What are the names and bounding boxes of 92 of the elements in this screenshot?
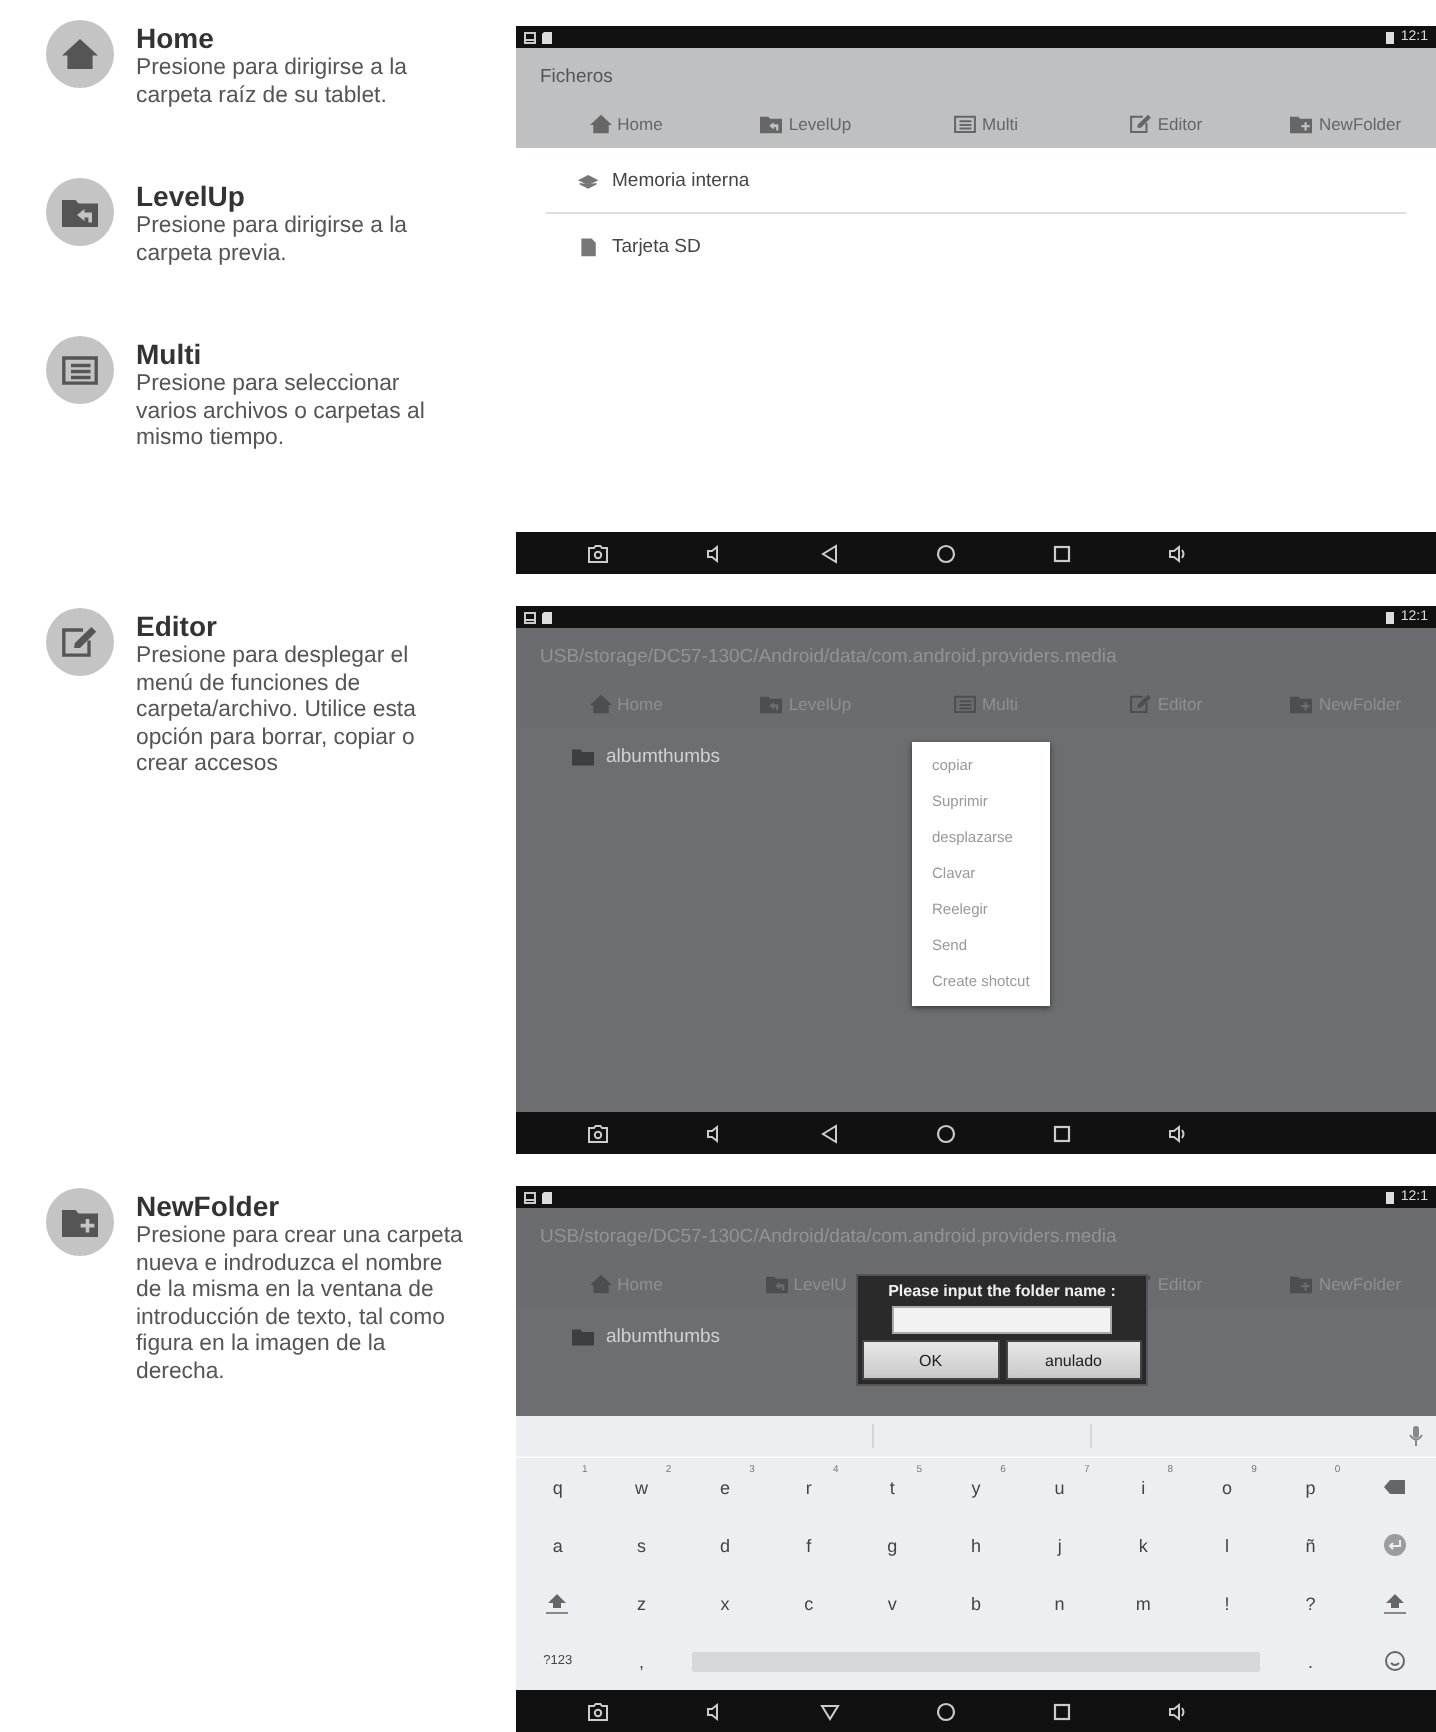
keyboard-key[interactable]: a xyxy=(516,1516,600,1574)
dialog-button[interactable]: OK xyxy=(862,1340,999,1380)
keyboard-key[interactable]: , xyxy=(599,1632,684,1690)
folder-plus-icon xyxy=(1290,693,1313,713)
home-icon xyxy=(589,113,612,133)
keyboard-key[interactable]: j xyxy=(1017,1516,1102,1574)
storage-icon xyxy=(578,169,600,191)
sd-card-icon xyxy=(542,1191,552,1203)
enter-icon xyxy=(1383,1534,1406,1556)
home-circle-icon[interactable] xyxy=(936,543,956,563)
home-icon xyxy=(589,693,612,713)
keyboard-key[interactable]: b xyxy=(934,1574,1018,1632)
list-icon xyxy=(954,113,977,133)
keyboard-key[interactable]: v xyxy=(850,1574,935,1632)
screenshot-icon[interactable] xyxy=(588,1701,608,1721)
recents-icon[interactable] xyxy=(1052,543,1072,563)
keyboard-key[interactable]: m xyxy=(1101,1574,1186,1632)
folder-icon xyxy=(572,745,594,767)
folder-plus-icon xyxy=(1290,1273,1313,1293)
home-circle-icon[interactable] xyxy=(936,1701,956,1721)
picture-icon xyxy=(524,1191,536,1203)
list-icon xyxy=(46,336,114,404)
sd-card-icon xyxy=(578,235,600,257)
backspace-icon xyxy=(1383,1476,1406,1498)
volume-down-icon[interactable] xyxy=(704,1123,724,1143)
home-icon xyxy=(46,20,114,88)
battery-icon xyxy=(1386,611,1395,623)
edit-icon xyxy=(1129,113,1152,133)
shift-icon xyxy=(546,1592,569,1614)
keyboard-key[interactable]: z xyxy=(599,1574,684,1632)
folder-plus-icon xyxy=(46,1188,114,1256)
screenshot-icon[interactable] xyxy=(588,1123,608,1143)
microphone-icon[interactable] xyxy=(1408,1426,1424,1446)
sd-card-icon xyxy=(542,31,552,43)
keyboard-key[interactable]: d xyxy=(683,1516,767,1574)
keyboard-key[interactable]: k xyxy=(1101,1516,1186,1574)
folder-icon xyxy=(572,1325,594,1347)
shift-icon xyxy=(1383,1592,1406,1614)
recents-icon[interactable] xyxy=(1052,1701,1072,1721)
feature-description: Presione para crear una carpeta nueva e indroduzca el nombre de la misma en la ventana de introducción de texto, tal como figura en la imagen de la derecha. xyxy=(136,1224,464,1386)
sd-card-icon xyxy=(542,611,552,623)
file-list-item[interactable]: Tarjeta SD xyxy=(612,235,701,257)
edit-icon xyxy=(46,608,114,676)
keyboard-key[interactable]: . xyxy=(1268,1632,1353,1690)
keyboard-key[interactable]: ? xyxy=(1268,1574,1353,1632)
folder-arrow-icon xyxy=(760,693,783,713)
keyboard-key[interactable]: g xyxy=(850,1516,935,1574)
keyboard-key[interactable]: x xyxy=(683,1574,767,1632)
folder-plus-icon xyxy=(1290,113,1313,133)
volume-up-icon[interactable] xyxy=(1168,1123,1188,1143)
home-circle-icon[interactable] xyxy=(936,1123,956,1143)
feature-title: Editor xyxy=(136,610,219,644)
emoji-icon xyxy=(1383,1650,1406,1672)
feature-title: LevelUp xyxy=(136,180,247,214)
battery-icon xyxy=(1386,1191,1395,1203)
back-icon[interactable] xyxy=(820,543,840,563)
down-triangle-icon[interactable] xyxy=(820,1701,840,1721)
volume-down-icon[interactable] xyxy=(704,1701,724,1721)
folder-arrow-icon xyxy=(760,113,783,133)
feature-title: Home xyxy=(136,22,216,56)
dialog-button[interactable]: anulado xyxy=(1005,1340,1142,1380)
feature-description: Presione para seleccionar varios archivos o carpetas al mismo tiempo. xyxy=(136,372,427,453)
feature-description: Presione para dirigirse a la carpeta raíz de su tablet. xyxy=(136,56,409,110)
picture-icon xyxy=(524,31,536,43)
keyboard-key[interactable]: s xyxy=(599,1516,684,1574)
keyboard-key[interactable]: n xyxy=(1017,1574,1102,1632)
battery-icon xyxy=(1386,31,1395,43)
volume-up-icon[interactable] xyxy=(1168,1701,1188,1721)
picture-icon xyxy=(524,611,536,623)
folder-arrow-icon xyxy=(765,1273,788,1293)
keyboard-key[interactable]: ! xyxy=(1185,1574,1269,1632)
file-list-item[interactable]: Memoria interna xyxy=(612,169,750,191)
folder-name-field[interactable] xyxy=(892,1306,1112,1334)
feature-title: Multi xyxy=(136,338,204,372)
back-icon[interactable] xyxy=(820,1123,840,1143)
volume-up-icon[interactable] xyxy=(1168,543,1188,563)
volume-down-icon[interactable] xyxy=(704,543,724,563)
recents-icon[interactable] xyxy=(1052,1123,1072,1143)
feature-description: Presione para desplegar el menú de funciones de carpeta/archivo. Utilice esta opción para borrar, copiar o crear accesos xyxy=(136,644,418,779)
edit-icon xyxy=(1129,693,1152,713)
feature-description: Presione para dirigirse a la carpeta previa. xyxy=(136,214,409,268)
header-title: Ficheros xyxy=(538,64,615,92)
keyboard-key[interactable]: h xyxy=(934,1516,1018,1574)
feature-title: NewFolder xyxy=(136,1190,282,1224)
dialog-title: Please input the folder name : xyxy=(888,1282,1116,1300)
home-icon xyxy=(589,1273,612,1293)
keyboard-key[interactable]: c xyxy=(766,1574,851,1632)
keyboard-key[interactable]: f xyxy=(766,1516,851,1574)
keyboard-key[interactable]: ñ xyxy=(1268,1516,1353,1574)
keyboard-key[interactable]: l xyxy=(1185,1516,1269,1574)
screenshot-icon[interactable] xyxy=(588,543,608,563)
list-icon xyxy=(954,693,977,713)
